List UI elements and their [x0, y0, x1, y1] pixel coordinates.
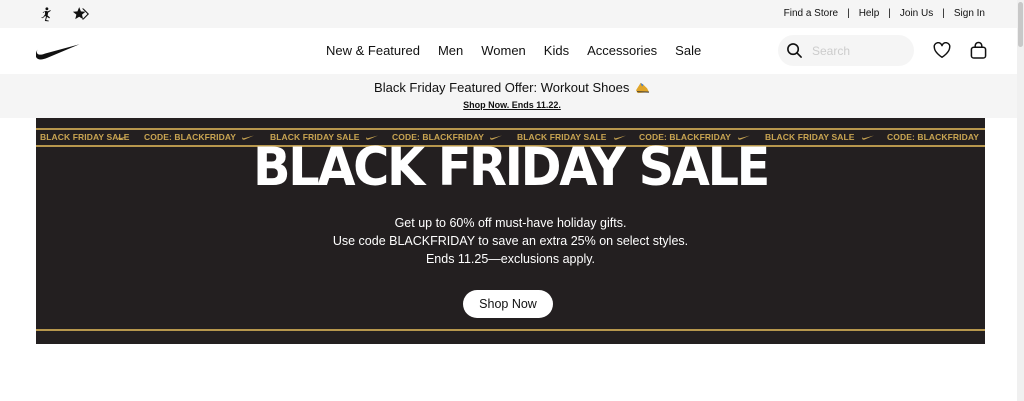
gold-divider: [36, 329, 985, 331]
search-icon[interactable]: [786, 42, 803, 59]
nike-swoosh-icon[interactable]: [36, 42, 80, 60]
converse-star-chevron-icon[interactable]: [72, 5, 92, 23]
search-input[interactable]: [812, 41, 907, 60]
separator: |: [942, 8, 945, 19]
nav-item-sale[interactable]: Sale: [675, 43, 701, 58]
sign-in-link[interactable]: Sign In: [954, 8, 985, 19]
shop-now-button[interactable]: Shop Now: [463, 290, 553, 318]
hero-copy: Get up to 60% off must-have holiday gift…: [36, 214, 985, 268]
utility-links: Find a Store | Help | Join Us | Sign In: [784, 8, 985, 19]
join-us-link[interactable]: Join Us: [900, 8, 933, 19]
promo-shop-now-link[interactable]: Shop Now. Ends 11.22.: [0, 100, 1024, 110]
search-box[interactable]: [778, 35, 914, 66]
hero-copy-line: Ends 11.25—exclusions apply.: [425, 252, 596, 266]
promo-title: Black Friday Featured Offer: Workout Sho…: [0, 80, 1024, 95]
nav-item-women[interactable]: Women: [481, 43, 526, 58]
utility-bar: Find a Store | Help | Join Us | Sign In: [0, 0, 1024, 28]
nav-item-accessories[interactable]: Accessories: [587, 43, 657, 58]
nav-item-men[interactable]: Men: [438, 43, 463, 58]
jordan-jumpman-icon[interactable]: [37, 6, 55, 24]
find-a-store-link[interactable]: Find a Store: [784, 8, 838, 19]
nav-item-new-featured[interactable]: New & Featured: [326, 43, 420, 58]
separator: |: [888, 8, 891, 19]
page-scrollbar[interactable]: [1017, 0, 1024, 401]
hero-banner: BLACK FRIDAY SALE CODE: BLACKFRIDAY BLAC…: [36, 118, 985, 344]
hero-copy-line: Get up to 60% off must-have holiday gift…: [394, 216, 627, 230]
heart-icon[interactable]: [933, 42, 951, 59]
promo-title-text: Black Friday Featured Offer: Workout Sho…: [374, 80, 630, 95]
main-navigation: New & Featured Men Women Kids Accessorie…: [0, 28, 1024, 74]
separator: |: [847, 8, 850, 19]
hero-copy-line: Use code BLACKFRIDAY to save an extra 25…: [332, 234, 689, 248]
nav-menu: New & Featured Men Women Kids Accessorie…: [326, 43, 701, 58]
help-link[interactable]: Help: [859, 8, 880, 19]
hero-title: BLACK FRIDAY SALE: [252, 137, 770, 198]
promo-banner: Black Friday Featured Offer: Workout Sho…: [0, 74, 1024, 118]
scrollbar-thumb[interactable]: [1018, 2, 1023, 47]
sneaker-emoji-icon: [635, 82, 649, 94]
bag-icon[interactable]: [970, 41, 987, 60]
nav-item-kids[interactable]: Kids: [544, 43, 569, 58]
